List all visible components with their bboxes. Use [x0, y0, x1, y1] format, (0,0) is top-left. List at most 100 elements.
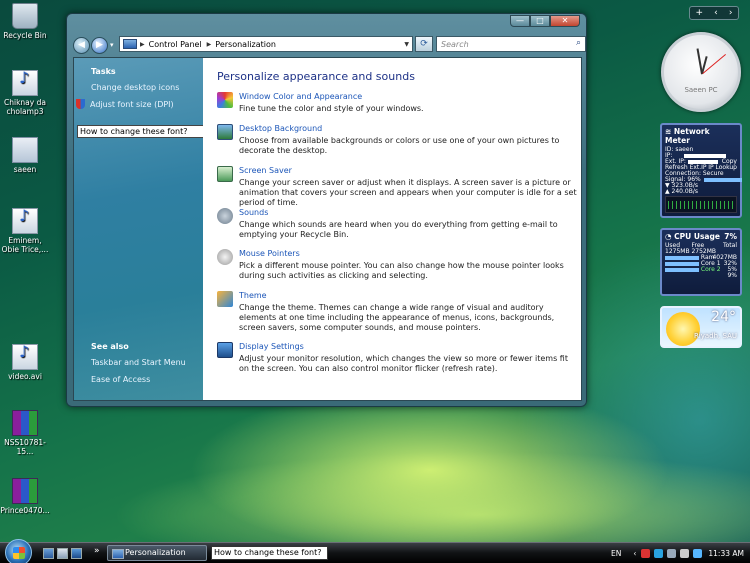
option-description: Change your screen saver or adjust when … [239, 178, 577, 207]
see-also-heading: See also [91, 342, 129, 351]
switch-windows-icon[interactable] [57, 548, 68, 559]
option-description: Pick a different mouse pointer. You can … [239, 261, 564, 280]
cpu-usage-gadget[interactable]: ◔ CPU Usage 7% Used Free Total 1275MB 2752… [660, 228, 742, 296]
back-button[interactable]: ◀ [73, 36, 90, 54]
main-pane: Personalize appearance and sounds Window… [203, 58, 581, 400]
desktop-icon-prince[interactable]: Prince0470... [0, 478, 50, 515]
ease-of-access-link[interactable]: Ease of Access [91, 375, 150, 384]
palette-icon[interactable] [217, 92, 233, 108]
mouse-icon[interactable] [217, 249, 233, 265]
window-content: Tasks Change desktop icons Adjust font s… [73, 57, 582, 401]
recycle-bin-icon [12, 3, 38, 29]
cpu-total-label: Total [722, 242, 737, 249]
sidebar-icon[interactable] [693, 548, 703, 558]
previous-gadgets-button[interactable]: ‹ [714, 8, 718, 18]
language-indicator[interactable]: EN [611, 549, 621, 558]
internet-explorer-icon[interactable] [71, 548, 82, 559]
clock-label: Saeen PC [684, 86, 718, 94]
security-alert-icon[interactable] [641, 548, 651, 558]
desktop-icon-nss[interactable]: NSS10781-15... [0, 410, 50, 456]
tray-expand-icon[interactable]: ‹ [633, 549, 636, 558]
desktop-icon-eminem[interactable]: Eminem, Obie Trice,... [0, 208, 50, 254]
theme-icon[interactable] [217, 291, 233, 307]
desktop-icon-saeen[interactable]: saeen [0, 137, 50, 174]
maximize-button[interactable]: □ [530, 15, 550, 27]
recent-pages-dropdown[interactable]: ▾ [110, 41, 114, 49]
desktop-icon-recycle-bin[interactable]: Recycle Bin [0, 3, 50, 40]
network-graph [665, 196, 737, 213]
minimize-button[interactable]: — [510, 15, 530, 27]
window-color-link[interactable]: Window Color and Appearance [239, 92, 362, 101]
weather-temperature: 24° [711, 309, 736, 325]
shortcut-icon [12, 137, 38, 163]
speaker-icon[interactable] [217, 208, 233, 224]
quick-launch-chevron-icon[interactable]: » [94, 546, 100, 556]
weather-city: Riyadh, SAU [693, 332, 737, 340]
search-icon[interactable]: ⌕ [576, 38, 581, 48]
core2-value: 9% [727, 272, 737, 279]
ip-value-redacted [684, 153, 727, 158]
start-button[interactable] [5, 539, 32, 563]
forward-button[interactable]: ▶ [91, 36, 108, 54]
breadcrumb-personalization[interactable]: Personalization [215, 40, 276, 49]
cpu-usage-percent: 7% [724, 232, 737, 241]
volume-icon[interactable] [680, 548, 690, 558]
refresh-button[interactable]: ⟳ [415, 36, 433, 52]
tasks-heading: Tasks [91, 67, 116, 76]
personalization-window: — □ ✕ ◀ ▶ ▾ ▶ Control Panel ▶ Personaliz… [66, 13, 587, 407]
navigation-bar: ◀ ▶ ▾ ▶ Control Panel ▶ Personalization … [73, 34, 586, 56]
search-input[interactable]: Search ⌕ [436, 36, 586, 52]
gadget-toolbar: + ‹ › [689, 6, 739, 20]
core2-label: Core 2 [700, 266, 721, 273]
gauge-icon: ◔ [665, 232, 675, 241]
network-icon[interactable] [667, 548, 677, 558]
option-description: Change which sounds are heard when you d… [239, 220, 558, 239]
ext-ip-value-redacted [687, 159, 718, 164]
display-settings-link[interactable]: Display Settings [239, 342, 304, 351]
desktop-icon-label: Eminem, Obie Trice,... [1, 236, 49, 254]
sounds-link[interactable]: Sounds [239, 208, 268, 217]
add-gadget-button[interactable]: + [696, 8, 704, 18]
breadcrumb-control-panel[interactable]: Control Panel [149, 40, 202, 49]
screen-saver-icon[interactable] [217, 166, 233, 182]
option-description: Adjust your monitor resolution, which ch… [239, 354, 568, 373]
desktop-background-icon[interactable] [217, 124, 233, 140]
desktop-icon-label: NSS10781-15... [4, 438, 46, 456]
desktop-icon-label: Recycle Bin [3, 31, 47, 40]
clock-gadget[interactable]: Saeen PC [661, 32, 741, 112]
address-dropdown-icon[interactable]: ▼ [404, 41, 409, 48]
control-panel-icon [123, 39, 137, 49]
desktop-icon-chiknay[interactable]: Chiknay da cholamp3 [0, 70, 50, 116]
adjust-font-size-link[interactable]: Adjust font size (DPI) [76, 99, 174, 109]
weather-gadget[interactable]: 24° Riyadh, SAU [660, 306, 742, 348]
mouse-pointers-link[interactable]: Mouse Pointers [239, 249, 300, 258]
breadcrumb-separator-icon[interactable]: ▶ [140, 41, 145, 48]
wifi-icon: ≋ [665, 127, 674, 136]
next-gadgets-button[interactable]: › [729, 8, 733, 18]
address-bar[interactable]: ▶ Control Panel ▶ Personalization ▼ [119, 36, 413, 52]
change-desktop-icons-link[interactable]: Change desktop icons [91, 83, 179, 92]
theme-link[interactable]: Theme [239, 291, 267, 300]
system-tray: EN ‹ 11:33 AM [611, 543, 750, 563]
cpu-usage-title: CPU Usage [674, 232, 720, 241]
desktop-icon-label: Chiknay da cholamp3 [4, 98, 46, 116]
desktop-background-link[interactable]: Desktop Background [239, 124, 322, 133]
monitor-icon[interactable] [217, 342, 233, 358]
taskbar-clock[interactable]: 11:33 AM [708, 549, 744, 558]
messenger-icon[interactable] [654, 548, 664, 558]
upload-rate: 240.0B/s [671, 188, 698, 195]
screen-saver-link[interactable]: Screen Saver [239, 166, 292, 175]
annotation-textbox: How to change these font? [77, 125, 205, 138]
desktop-icon-video[interactable]: video.avi [0, 344, 50, 381]
desktop-icon-label: saeen [13, 165, 37, 174]
taskbar-start-menu-link[interactable]: Taskbar and Start Menu [91, 358, 186, 367]
media-file-icon [12, 208, 38, 234]
show-desktop-icon[interactable] [43, 548, 54, 559]
desktop-icon-label: video.avi [8, 372, 42, 381]
search-placeholder: Search [441, 40, 469, 49]
network-meter-gadget[interactable]: ≋ Network Meter ID: saeen IP: Ext. IP: Co… [660, 123, 742, 218]
taskbar-button-personalization[interactable]: Personalization [107, 545, 207, 561]
breadcrumb-separator-icon[interactable]: ▶ [207, 41, 212, 48]
taskbar: » Personalization How to change these fo… [0, 539, 750, 563]
close-button[interactable]: ✕ [550, 15, 580, 27]
